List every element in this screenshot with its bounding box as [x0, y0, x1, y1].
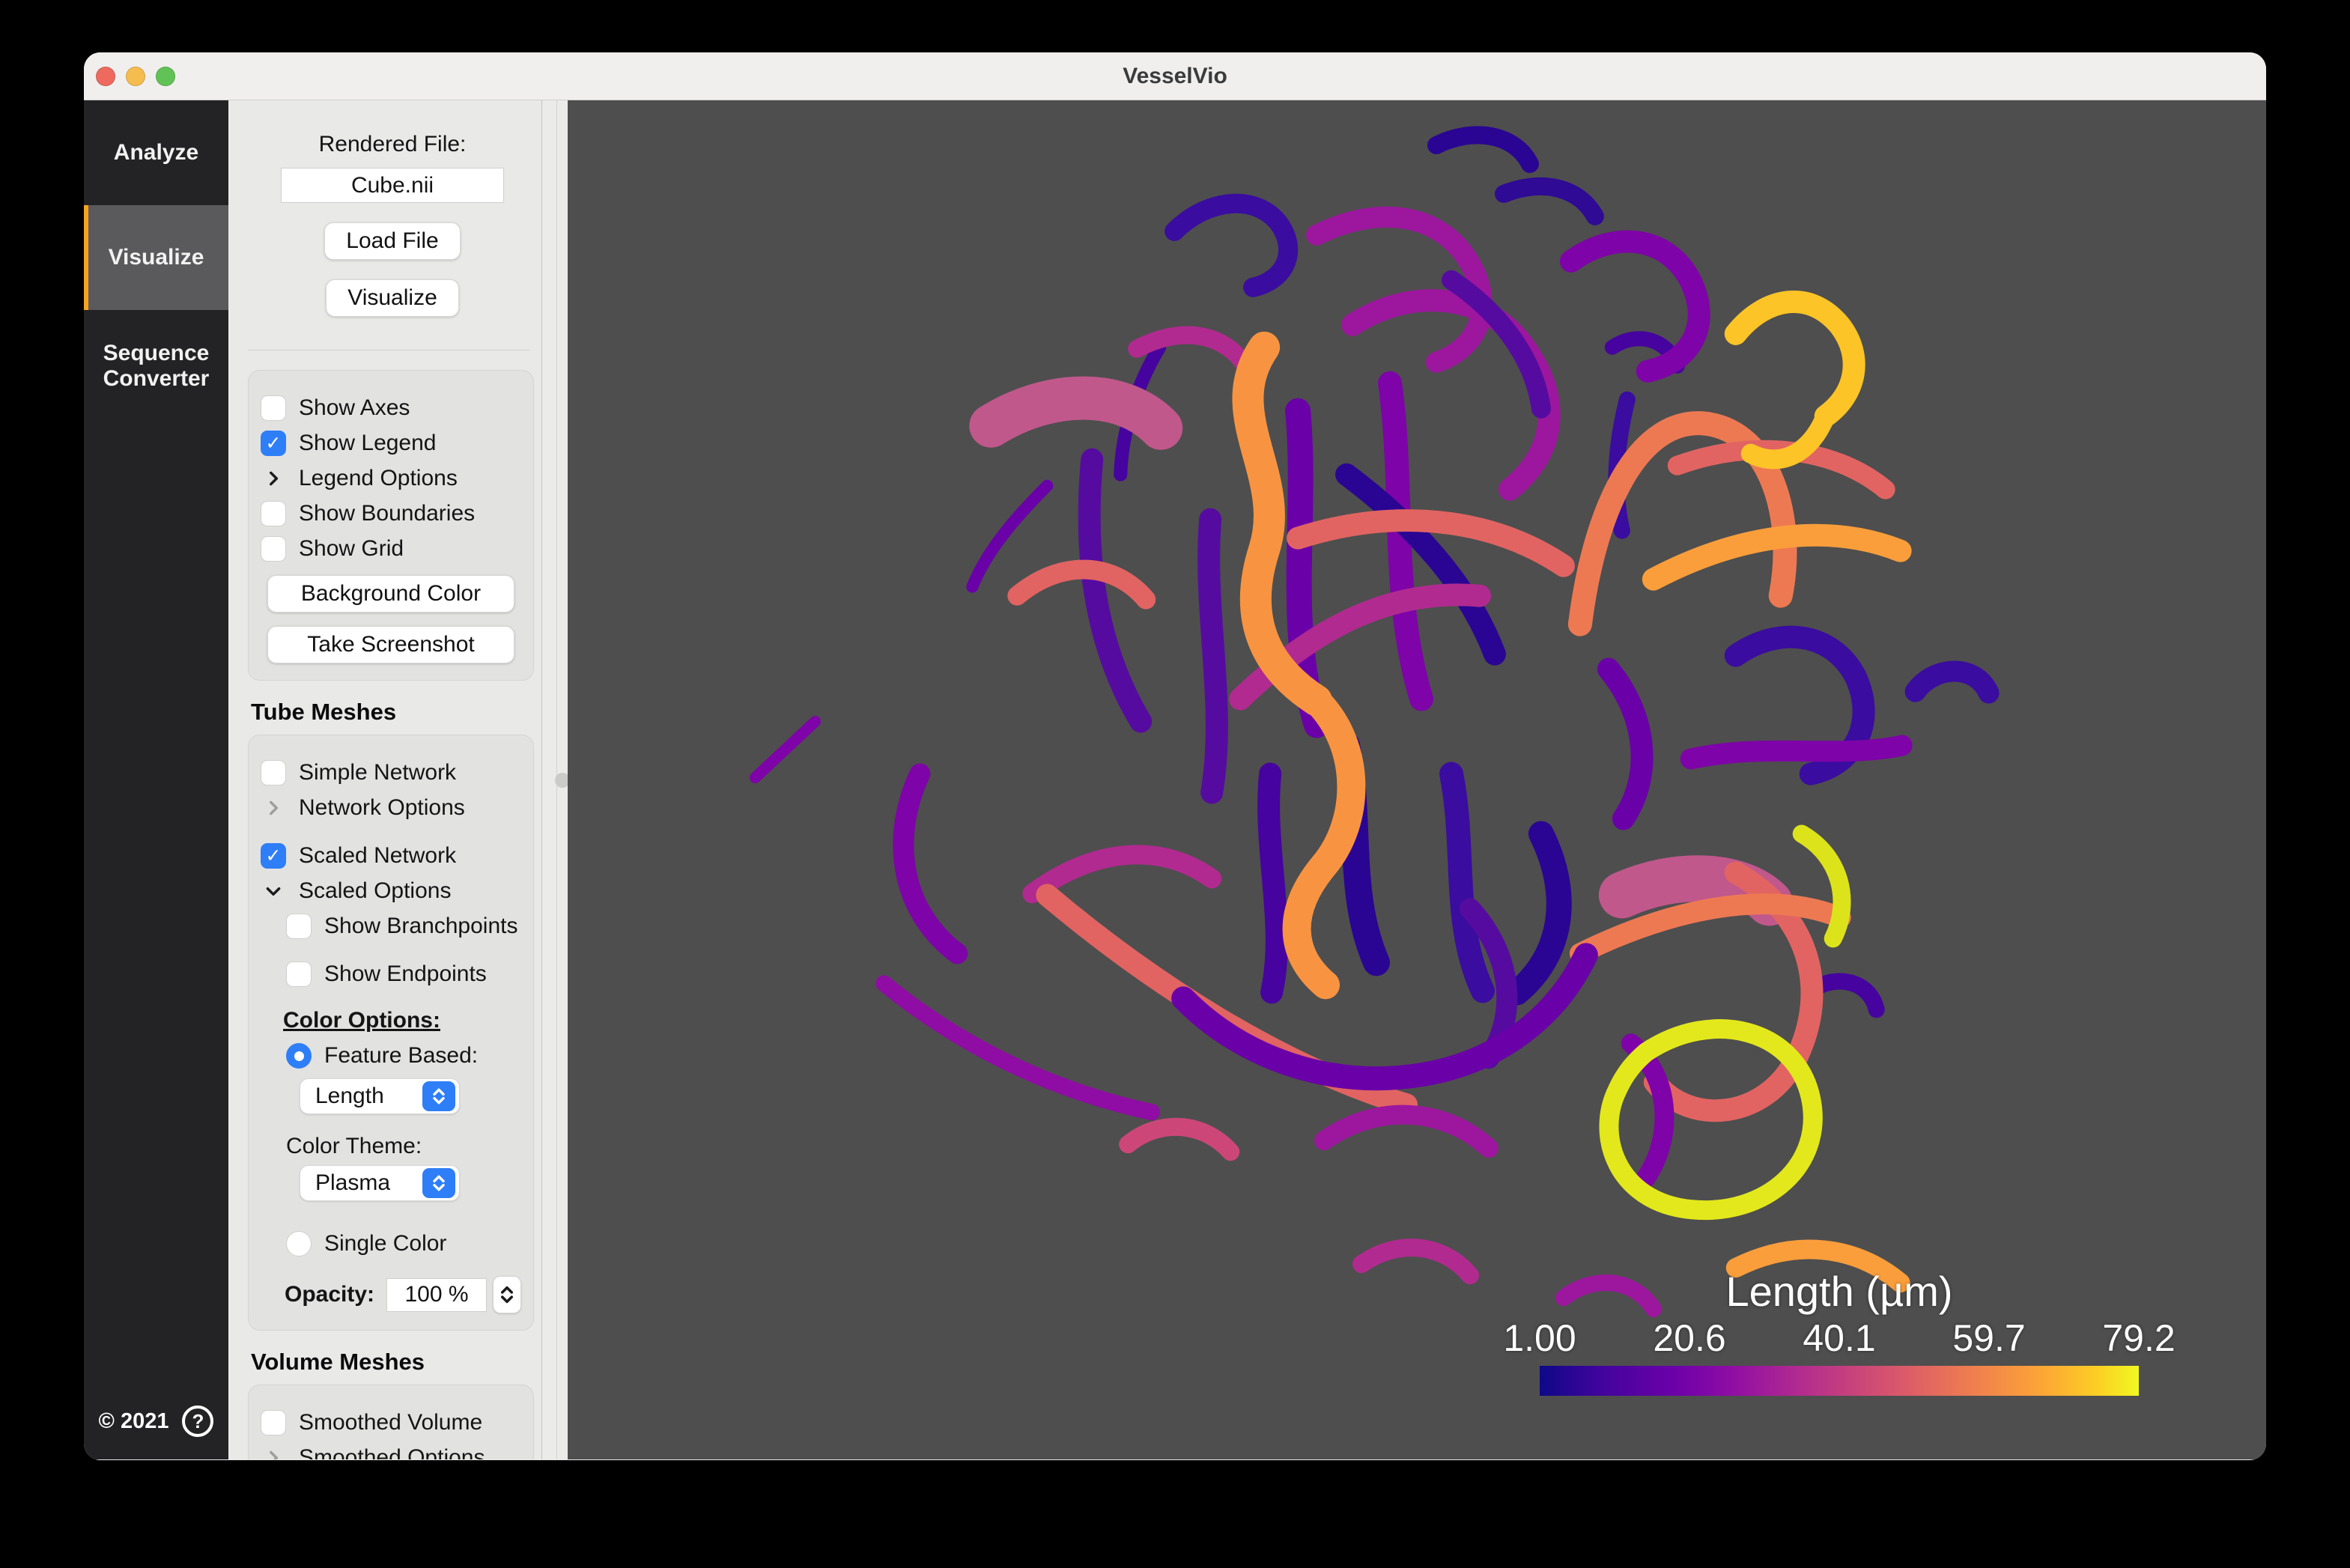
load-file-button[interactable]: Load File	[324, 222, 460, 260]
color-options-header: Color Options:	[283, 1008, 523, 1033]
check-icon: ✓	[266, 432, 282, 455]
chevron-right-icon	[261, 795, 286, 821]
dropdown-stepper-icon	[422, 1168, 455, 1198]
smoothed-options-label: Smoothed Options	[299, 1445, 485, 1459]
smoothed-options-disclosure[interactable]: Smoothed Options	[261, 1445, 521, 1459]
tab-analyze[interactable]: Analyze	[84, 100, 228, 205]
app-window: VesselVio Analyze Visualize Sequence Con…	[84, 52, 2266, 1460]
feature-dropdown-value: Length	[315, 1084, 384, 1109]
sidebar: Analyze Visualize Sequence Converter © 2…	[84, 100, 228, 1459]
legend-tick: 1.00	[1503, 1316, 1576, 1360]
scaled-network-checkbox[interactable]: ✓	[261, 843, 286, 869]
color-theme-value: Plasma	[315, 1170, 390, 1196]
show-boundaries-label: Show Boundaries	[299, 501, 475, 526]
show-axes-label: Show Axes	[299, 395, 410, 421]
network-options-label: Network Options	[299, 795, 465, 821]
show-grid-label: Show Grid	[299, 536, 404, 562]
help-icon[interactable]: ?	[182, 1406, 213, 1437]
scaled-options-label: Scaled Options	[299, 878, 451, 904]
show-branchpoints-label: Show Branchpoints	[324, 914, 518, 939]
visualize-button[interactable]: Visualize	[326, 279, 459, 317]
simple-network-label: Simple Network	[299, 760, 456, 785]
opacity-input[interactable]: 100 %	[386, 1278, 487, 1312]
single-color-radio[interactable]	[286, 1231, 312, 1256]
legend-colorbar	[1540, 1366, 2139, 1396]
network-options-disclosure[interactable]: Network Options	[261, 795, 521, 821]
legend-options-disclosure[interactable]: Legend Options	[261, 466, 521, 491]
scaled-options-disclosure[interactable]: Scaled Options	[261, 878, 521, 904]
chevron-right-icon	[261, 466, 286, 491]
show-endpoints-checkbox[interactable]	[286, 961, 312, 987]
window-title: VesselVio	[1123, 64, 1227, 89]
show-legend-checkbox[interactable]: ✓	[261, 431, 286, 456]
show-legend-label: Show Legend	[299, 431, 437, 456]
scaled-network-label: Scaled Network	[299, 843, 456, 869]
smoothed-volume-label: Smoothed Volume	[299, 1410, 482, 1435]
check-icon: ✓	[266, 845, 282, 867]
take-screenshot-button[interactable]: Take Screenshot	[267, 626, 514, 663]
title-bar: VesselVio	[84, 52, 2266, 100]
close-button[interactable]	[96, 67, 115, 86]
vessel-render[interactable]	[568, 100, 2266, 1459]
opacity-spinner[interactable]	[493, 1276, 521, 1313]
tube-meshes-group: Simple Network Network Options ✓ Scaled …	[248, 735, 534, 1331]
control-panel: Rendered File: Cube.nii Load File Visual…	[228, 100, 541, 1459]
copyright-text: © 2021	[99, 1409, 169, 1434]
tab-sequence-converter[interactable]: Sequence Converter	[84, 310, 228, 422]
zoom-button[interactable]	[156, 67, 175, 86]
traffic-lights	[96, 52, 175, 100]
color-theme-dropdown[interactable]: Plasma	[300, 1165, 460, 1201]
color-theme-label: Color Theme:	[286, 1134, 523, 1159]
show-branchpoints-checkbox[interactable]	[286, 914, 312, 939]
legend-tick: 40.1	[1803, 1316, 1875, 1360]
chevron-down-icon	[261, 878, 286, 904]
show-endpoints-label: Show Endpoints	[324, 961, 487, 987]
dropdown-stepper-icon	[422, 1081, 455, 1111]
feature-based-radio[interactable]	[286, 1043, 312, 1069]
show-boundaries-checkbox[interactable]	[261, 501, 286, 526]
show-grid-checkbox[interactable]	[261, 536, 286, 562]
feature-based-label: Feature Based:	[324, 1043, 478, 1069]
feature-dropdown[interactable]: Length	[300, 1078, 460, 1114]
panel-splitter[interactable]	[541, 100, 568, 1459]
legend-tick: 79.2	[2102, 1316, 2175, 1360]
chevron-right-icon	[261, 1445, 286, 1459]
legend-ticks: 1.00 20.6 40.1 59.7 79.2	[1540, 1316, 2139, 1358]
legend-tick: 59.7	[1952, 1316, 2025, 1360]
volume-meshes-group: Smoothed Volume Smoothed Options Origina…	[248, 1385, 534, 1459]
legend-title: Length (µm)	[1540, 1267, 2139, 1316]
simple-network-checkbox[interactable]	[261, 760, 286, 785]
volume-meshes-header: Volume Meshes	[251, 1349, 537, 1376]
tube-meshes-header: Tube Meshes	[251, 699, 537, 726]
background-color-button[interactable]: Background Color	[267, 575, 514, 613]
legend-tick: 20.6	[1653, 1316, 1725, 1360]
legend-options-label: Legend Options	[299, 466, 458, 491]
tab-visualize[interactable]: Visualize	[84, 205, 228, 310]
rendered-file-label: Rendered File:	[248, 132, 537, 157]
view-options-group: Show Axes ✓ Show Legend Legend Options	[248, 370, 534, 681]
smoothed-volume-checkbox[interactable]	[261, 1410, 286, 1435]
render-viewport[interactable]: Length (µm) 1.00 20.6 40.1 59.7 79.2	[568, 100, 2266, 1459]
show-axes-checkbox[interactable]	[261, 395, 286, 421]
minimize-button[interactable]	[126, 67, 145, 86]
opacity-label: Opacity:	[285, 1282, 374, 1307]
single-color-label: Single Color	[324, 1231, 446, 1256]
rendered-file-input[interactable]: Cube.nii	[281, 168, 504, 203]
